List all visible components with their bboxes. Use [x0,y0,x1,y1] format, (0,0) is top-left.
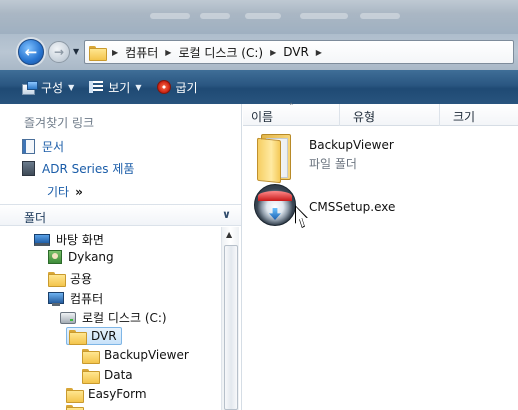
window-title-bar [0,0,518,34]
favorite-link-adr-series[interactable]: ADR Series 제품 [22,160,134,177]
back-button[interactable]: ← [18,39,44,65]
tree-item-data[interactable]: Data [82,368,133,384]
tree-item-backupviewer[interactable]: BackupViewer [82,348,189,364]
views-button[interactable]: 보기 ▼ [89,79,142,96]
breadcrumb-arrow-icon[interactable]: ▶ [165,48,171,57]
burn-button[interactable]: 굽기 [156,79,198,96]
breadcrumb-arrow-icon[interactable]: ▶ [316,48,322,57]
file-item-name[interactable]: BackupViewer [309,138,394,152]
arrow-right-icon: → [53,45,65,59]
organize-label: 구성 [41,80,64,95]
favorite-links-more[interactable]: 기타 » [47,183,83,200]
tree-item-easyform[interactable]: EasyForm [66,387,147,403]
tree-scrollbar[interactable]: ▲ [221,227,239,410]
burn-disc-icon [156,80,171,94]
computer-icon [48,291,64,306]
sort-ascending-icon: ˄ [289,103,294,113]
folders-title: 폴더 [24,211,47,225]
tree-item-public[interactable]: 공용 [48,270,92,287]
tree-item-desktop[interactable]: 바탕 화면 [34,231,104,248]
folder-icon[interactable] [257,134,293,184]
recent-pages-dropdown[interactable]: ▼ [73,47,79,56]
column-divider[interactable] [439,104,440,126]
more-label: 기타 [47,185,70,199]
views-icon [89,81,104,93]
chevron-down-icon: ▼ [68,82,75,92]
tree-item-label: Data [104,368,133,382]
column-header-type[interactable]: 유형 [353,108,375,125]
tree-item-label: DVR [91,329,117,343]
drive-icon [60,311,76,324]
tree-item-label: BackupViewer [104,348,189,362]
column-divider[interactable] [339,104,340,126]
favorite-link-label: 문서 [42,140,65,154]
folder-icon [69,329,87,345]
blurred-title-text [360,13,400,19]
tree-item-label: 로컬 디스크 (C:) [82,311,167,325]
scrollbar-thumb[interactable] [224,245,238,410]
breadcrumb-computer[interactable]: 컴퓨터 [125,44,158,61]
double-chevron-icon: » [75,184,83,199]
tree-item-label: 공용 [70,272,93,286]
blurred-title-text [150,13,190,19]
column-header-size[interactable]: 크기 [453,108,475,125]
breadcrumb-local-disk[interactable]: 로컬 디스크 (C:) [178,44,263,61]
folder-icon [89,45,107,61]
folders-header[interactable]: 폴더 ∨ [0,204,241,226]
organize-button[interactable]: 구성 ▼ [22,79,74,96]
blurred-title-text [245,13,281,19]
favorite-links-title: 즐겨찾기 링크 [24,116,95,130]
tree-item-label: 컴퓨터 [70,292,104,306]
favorite-link-label: ADR Series 제품 [42,162,135,176]
file-item-type: 파일 폴더 [309,157,357,171]
burn-label: 굽기 [175,80,198,95]
folder-icon [82,368,100,384]
favorite-link-documents[interactable]: 문서 [22,138,64,155]
breadcrumb-arrow-icon[interactable]: ▶ [270,48,276,57]
views-label: 보기 [108,80,131,95]
folder-icon [66,387,84,403]
folder-front [257,137,281,184]
column-header-name[interactable]: 이름 [251,108,273,125]
tree-item-dykang[interactable]: Dykang [48,250,114,264]
disc-label-band [258,191,292,201]
breadcrumb-arrow-icon[interactable]: ▶ [112,48,118,57]
document-icon [22,139,35,154]
command-toolbar: 구성 ▼ 보기 ▼ 굽기 [0,70,518,104]
address-bar[interactable]: ▶ 컴퓨터 ▶ 로컬 디스크 (C:) ▶ DVR ▶ [84,40,514,64]
tree-item-local-disk[interactable]: 로컬 디스크 (C:) [60,309,167,326]
tree-item-computer[interactable]: 컴퓨터 [48,290,103,307]
selected-highlight: DVR [66,327,122,345]
navigation-pane: 즐겨찾기 링크 문서 ADR Series 제품 기타 » 폴더 ∨ 바탕 화면… [0,104,242,410]
chevron-down-icon[interactable]: ∨ [222,208,231,221]
tree-item-dvr[interactable]: DVR [66,327,122,345]
blurred-title-text [300,13,348,19]
tree-item-partial[interactable] [66,405,84,410]
address-row: ← → ▼ ▶ 컴퓨터 ▶ 로컬 디스크 (C:) ▶ DVR ▶ [0,34,518,70]
user-icon [48,250,62,264]
adr-product-icon [22,161,35,176]
breadcrumb-dvr[interactable]: DVR [283,45,309,59]
column-headers: 이름 ˄ 유형 크기 [243,103,518,126]
organize-icon [22,80,38,95]
desktop-icon [34,233,50,246]
arrow-left-icon: ← [24,42,38,61]
tree-item-label: EasyForm [88,387,147,401]
chevron-down-icon: ▼ [135,82,142,92]
scroll-up-icon[interactable]: ▲ [226,230,232,239]
file-list-pane: 이름 ˄ 유형 크기 BackupViewer 파일 폴더 CMSSetup.e… [243,103,518,410]
file-item-name[interactable]: CMSSetup.exe [309,200,395,214]
folder-icon [48,272,66,287]
folder-icon [82,348,100,364]
forward-button[interactable]: → [48,41,70,63]
folder-icon [66,405,84,410]
blurred-title-text [200,13,230,19]
setup-disc-icon[interactable] [254,184,296,226]
tree-item-label: 바탕 화면 [56,233,104,247]
tree-item-label: Dykang [68,250,114,264]
